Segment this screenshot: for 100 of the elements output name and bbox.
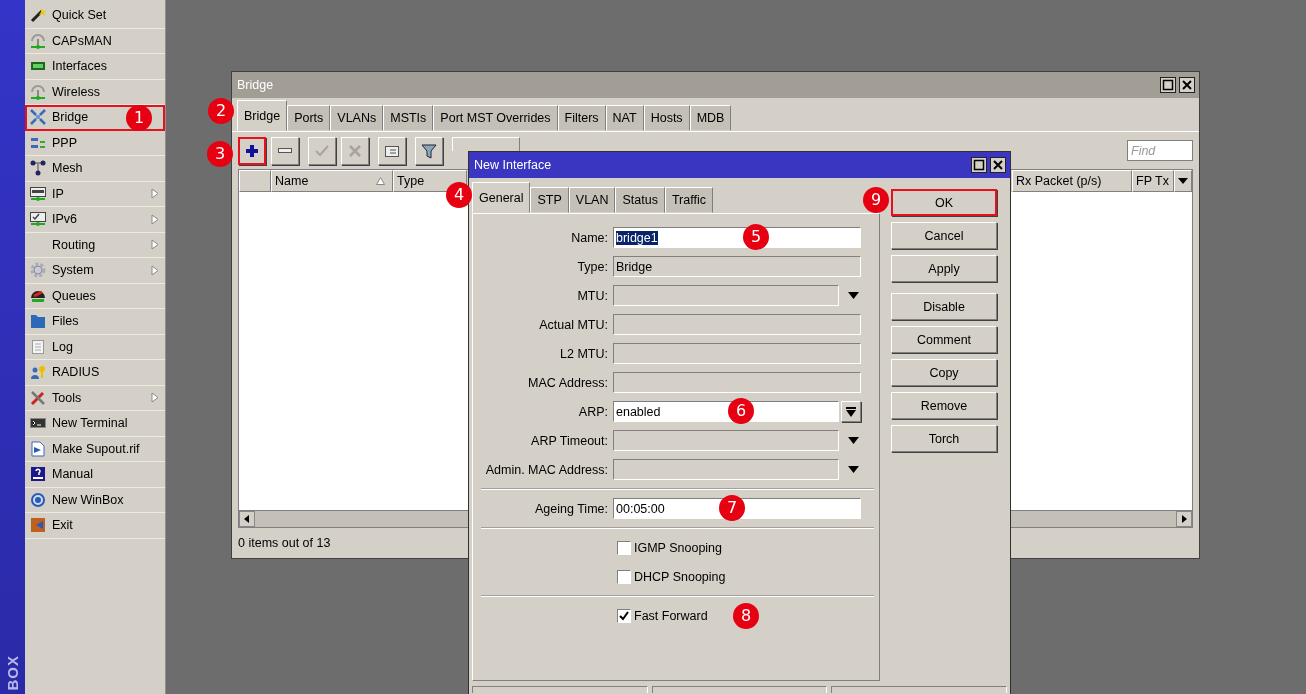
scroll-left-icon[interactable] [239,511,255,527]
dropdown-arrow-icon[interactable] [848,437,859,444]
menu-item[interactable]: Interfaces [25,54,165,80]
tab[interactable]: Bridge [237,100,288,131]
folder-icon [30,313,46,330]
column-menu-button[interactable] [1174,170,1192,192]
dropdown-arrow-icon[interactable] [848,466,859,473]
menu-item[interactable]: RADIUS [25,360,165,386]
dialog-button[interactable]: Comment [891,326,997,353]
tab[interactable]: VLANs [330,105,384,131]
dialog-button[interactable]: Torch [891,425,997,452]
checkbox[interactable]: DHCP Snooping [617,569,726,584]
menu-item[interactable]: Manual [25,462,165,488]
tab[interactable]: Filters [557,105,606,131]
step-marker: 1 [126,105,152,131]
toolbar-button[interactable] [415,136,443,165]
bridge-icon [30,109,46,126]
menu-item[interactable]: New WinBox [25,487,165,513]
menu-item[interactable]: New Terminal [25,411,165,437]
close-icon[interactable] [1179,77,1195,93]
menu-item[interactable]: Quick Set [25,3,165,29]
input-field[interactable]: enabled 6 [613,401,839,422]
scroll-right-icon[interactable] [1176,511,1192,527]
input-field[interactable]: 00:05:00 7 [613,498,861,519]
dialog-button[interactable]: Cancel [891,222,997,249]
tools-icon [30,389,46,406]
menu-item[interactable]: Bridge 1 [25,105,165,131]
tab[interactable]: MDB [689,105,732,131]
window-title: New Interface [474,158,552,172]
checkbox[interactable]: IGMP Snooping [617,540,723,555]
search-field[interactable]: Find [1127,140,1193,161]
tab[interactable]: Ports [287,105,331,131]
menu-item[interactable]: Queues [25,283,165,309]
step-marker: 6 [728,398,754,424]
menu-item[interactable]: Files [25,309,165,335]
collapse-arrow-icon [846,406,856,417]
field-label: ARP Timeout: [530,433,609,448]
submenu-arrow-icon [151,239,159,251]
tab[interactable]: Status [615,187,665,213]
dialog-button[interactable]: Disable [891,293,997,320]
step-marker: 4 [446,182,472,208]
brand-text: BOX [4,655,21,691]
maximize-icon[interactable] [971,157,987,173]
toolbar-button[interactable] [378,136,406,165]
tab[interactable]: VLAN [568,187,616,213]
sort-icon [376,177,385,185]
globe-icon [30,491,46,508]
toolbar-button[interactable] [271,136,299,165]
input-field[interactable]: bridge1 5 [613,227,861,248]
step-marker: 7 [719,495,745,521]
tab[interactable]: General [472,182,531,213]
dialog-button[interactable]: OK [891,189,997,216]
tab[interactable]: NAT [605,105,644,131]
field-label: Admin. MAC Address: [484,462,609,477]
menu-item[interactable]: Make Supout.rif [25,436,165,462]
submenu-arrow-icon [151,188,159,200]
menu-item[interactable]: PPP [25,130,165,156]
document-arrow-icon [30,440,46,457]
step-marker: 2 [208,98,234,124]
checkbox[interactable]: Fast Forward [617,608,708,623]
menu-item[interactable]: IPv6 [25,207,165,233]
status-text: 0 items out of 13 [238,536,331,550]
dropdown-arrow-icon[interactable] [848,292,859,299]
menu-item[interactable]: Mesh [25,156,165,182]
mesh-icon [30,160,46,177]
wand-icon [30,7,46,24]
close-icon[interactable] [990,157,1006,173]
field-label: MAC Address: [527,375,609,390]
menu-item[interactable]: Routing [25,232,165,258]
menu-item[interactable]: Wireless [25,79,165,105]
column-header[interactable]: Name [271,170,393,192]
gear-icon [30,262,46,279]
minus-icon [278,148,292,153]
dialog-button[interactable]: Apply [891,255,997,282]
tab[interactable]: MSTIs [383,105,434,131]
submenu-arrow-icon [151,264,159,276]
tab[interactable]: Hosts [643,105,690,131]
menu-item[interactable]: IP [25,181,165,207]
menu-item[interactable]: CAPsMAN [25,28,165,54]
menu-item[interactable]: Exit [25,513,165,539]
field-label: Type: [576,259,609,274]
dialog-button[interactable]: Remove [891,392,997,419]
maximize-icon[interactable] [1160,77,1176,93]
dropdown-button[interactable] [841,401,861,422]
dropdown-arrow-icon [1178,178,1188,184]
tab[interactable]: STP [530,187,569,213]
antenna-icon [30,32,46,49]
column-header[interactable]: Rx Packet (p/s) [1012,170,1132,192]
book-icon [30,466,46,483]
column-header[interactable]: FP Tx [1132,170,1174,192]
antenna-icon [30,83,46,100]
toolbar-button[interactable] [238,136,266,165]
ipv6-address-icon [30,211,46,228]
dialog-button[interactable]: Copy [891,359,997,386]
tab[interactable]: Port MST Overrides [433,105,558,131]
menu-item[interactable]: Tools [25,385,165,411]
tab[interactable]: Traffic [664,187,713,213]
menu-item[interactable]: Log [25,334,165,360]
menu-item[interactable]: System [25,258,165,284]
plus-icon [244,142,260,159]
